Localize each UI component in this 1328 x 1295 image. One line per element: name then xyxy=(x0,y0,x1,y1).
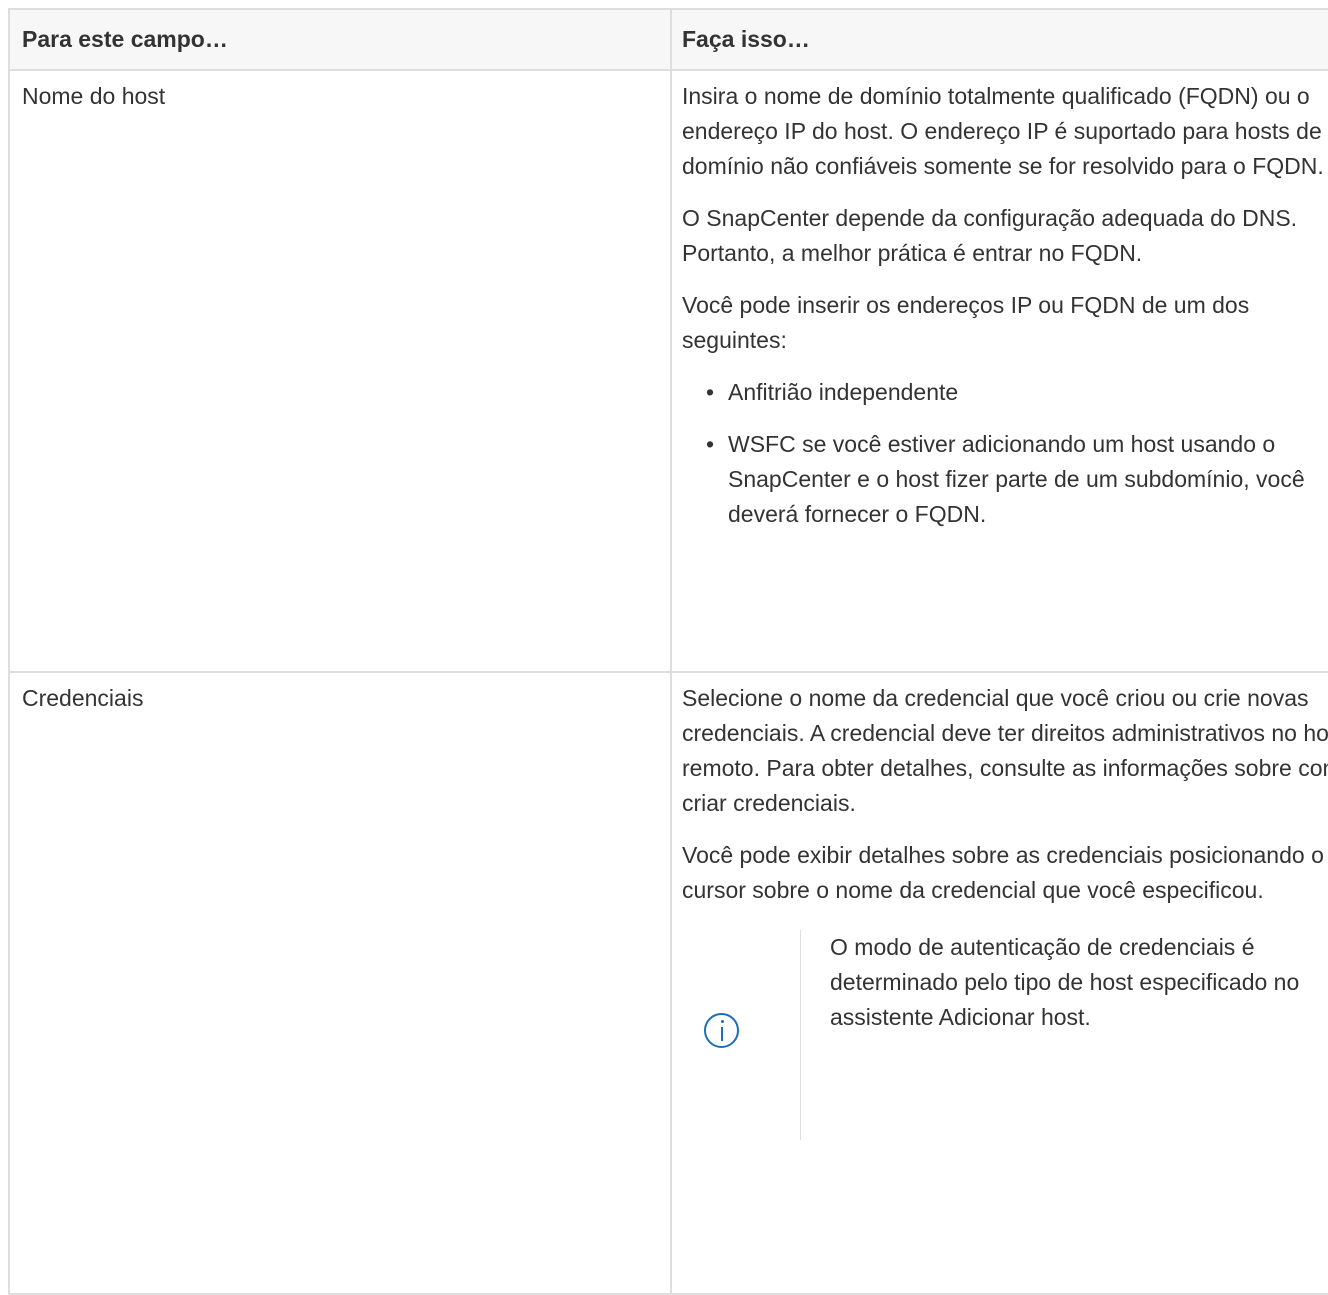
note-text: O modo de autenticação de credenciais é … xyxy=(830,934,1300,1030)
description-paragraph: O SnapCenter depende da configuração ade… xyxy=(682,205,1298,266)
description-paragraph: Você pode exibir detalhes sobre as crede… xyxy=(682,842,1324,903)
field-name-cell: Credenciais xyxy=(8,671,672,1295)
table-header-row: Para este campo… Faça isso… xyxy=(8,8,1328,71)
field-description-table: Para este campo… Faça isso… Nome do host… xyxy=(8,8,1328,1295)
list-item: Anfitrião independente xyxy=(706,375,1328,410)
description-cell: Selecione o nome da credencial que você … xyxy=(670,671,1328,1295)
field-name-cell: Nome do host xyxy=(8,69,672,673)
list-item: WSFC se você estiver adicionando um host… xyxy=(706,427,1328,532)
host-types-list: Anfitrião independente WSFC se você esti… xyxy=(682,375,1328,532)
note-divider xyxy=(800,930,801,1140)
description-paragraph: Insira o nome de domínio totalmente qual… xyxy=(682,83,1324,179)
description-cell: Insira o nome de domínio totalmente qual… xyxy=(670,69,1328,673)
header-action-column: Faça isso… xyxy=(670,8,1328,71)
header-field-column: Para este campo… xyxy=(8,8,672,71)
info-icon xyxy=(704,1013,739,1048)
table-row-hostname: Nome do host Insira o nome de domínio to… xyxy=(8,69,1328,673)
info-note: O modo de autenticação de credenciais é … xyxy=(682,930,1328,1140)
description-paragraph: Selecione o nome da credencial que você … xyxy=(682,685,1328,816)
table-row-credentials: Credenciais Selecione o nome da credenci… xyxy=(8,671,1328,1295)
description-paragraph: Você pode inserir os endereços IP ou FQD… xyxy=(682,292,1250,353)
